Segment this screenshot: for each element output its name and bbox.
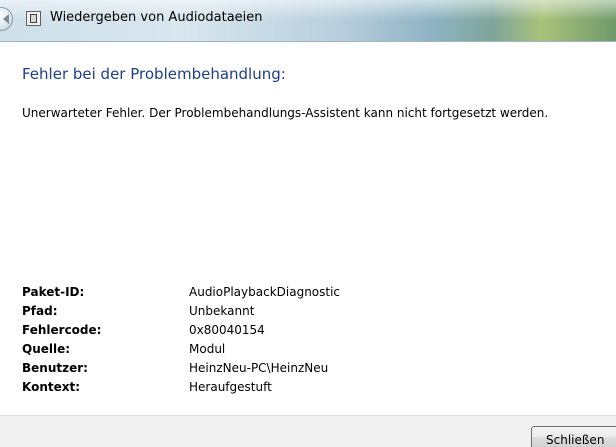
detail-label: Pfad: bbox=[22, 304, 58, 318]
close-button[interactable]: Schließen bbox=[531, 426, 616, 447]
detail-value: Heraufgestuft bbox=[189, 380, 272, 394]
detail-label: Quelle: bbox=[22, 342, 71, 356]
window-title: Wiedergeben von Audiodataeien bbox=[50, 10, 263, 25]
footer-bar: Schließen bbox=[0, 415, 616, 447]
error-heading: Fehler bei der Problembehandlung: bbox=[22, 65, 286, 83]
back-arrow-glyph bbox=[3, 14, 9, 24]
detail-value: Modul bbox=[189, 342, 226, 356]
detail-label: Kontext: bbox=[22, 380, 81, 394]
detail-label: Benutzer: bbox=[22, 361, 88, 375]
detail-value: HeinzNeu-PC\HeinzNeu bbox=[189, 361, 329, 375]
content-area: Fehler bei der Problembehandlung: Unerwa… bbox=[0, 42, 616, 415]
detail-value: AudioPlaybackDiagnostic bbox=[189, 285, 341, 299]
detail-value: 0x80040154 bbox=[189, 323, 265, 337]
detail-label: Paket-ID: bbox=[22, 285, 85, 299]
error-message: Unerwarteter Fehler. Der Problembehandlu… bbox=[22, 106, 549, 120]
detail-label: Fehlercode: bbox=[22, 323, 102, 337]
app-icon-glyph bbox=[30, 14, 37, 23]
detail-value: Unbekannt bbox=[189, 304, 255, 318]
troubleshooter-app-icon bbox=[26, 11, 41, 26]
title-bar: Wiedergeben von Audiodataeien bbox=[0, 0, 616, 42]
troubleshooter-window: Wiedergeben von Audiodataeien Fehler bei… bbox=[0, 0, 616, 447]
